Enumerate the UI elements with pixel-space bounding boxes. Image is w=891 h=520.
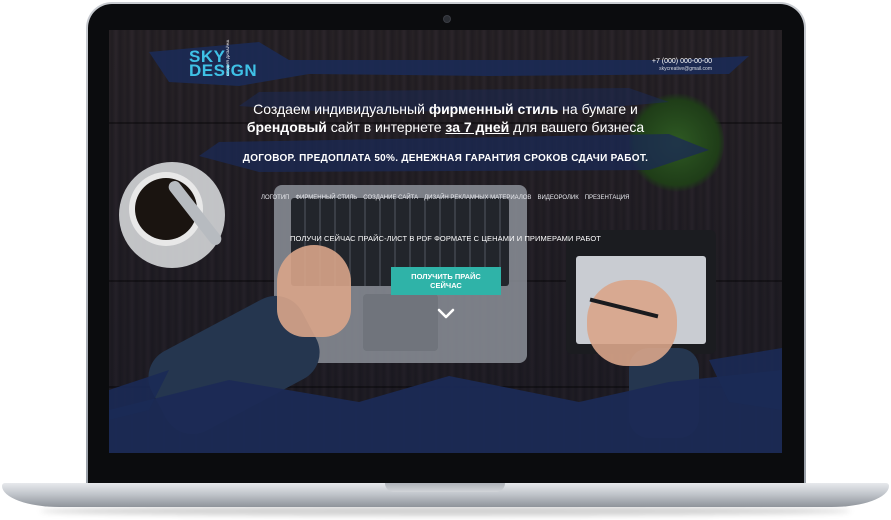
- email-link[interactable]: skycreative@gmail.com: [652, 66, 712, 72]
- trackpad-image: [363, 294, 438, 351]
- camera-icon: [444, 16, 450, 22]
- nav-item-presentation[interactable]: ПРЕЗЕНТАЦИЯ: [585, 194, 630, 202]
- logo[interactable]: SKY DESIGN: [189, 48, 258, 80]
- hero-text-bold: фирменный стиль: [428, 101, 559, 117]
- chevron-down-icon[interactable]: [436, 307, 456, 321]
- nav-item-ad-design[interactable]: ДИЗАЙН РЕКЛАМНЫХ МАТЕРИАЛОВ: [424, 194, 531, 202]
- get-price-button[interactable]: ПОЛУЧИТЬ ПРАЙС СЕЙЧАС: [391, 267, 501, 295]
- nav-item-brand-style[interactable]: ФИРМЕННЫЙ СТИЛЬ: [295, 194, 357, 202]
- cta-label-line1: ПОЛУЧИТЬ ПРАЙС: [411, 272, 481, 281]
- right-hand-image: [587, 280, 677, 366]
- nav-item-logo[interactable]: ЛОГОТИП: [261, 194, 289, 202]
- laptop-screen: SKY DESIGN СТУДИЯ ДИЗАЙНА +7 (000) 000-0…: [109, 30, 782, 453]
- offer-text: ПОЛУЧИ СЕЙЧАС ПРАЙС-ЛИСТ В PDF ФОРМАТЕ С…: [290, 234, 601, 243]
- laptop-notch: [385, 483, 505, 492]
- hero-text: на бумаге и: [558, 101, 638, 117]
- left-hand-image: [277, 245, 351, 337]
- guarantee-text: ДОГОВОР. ПРЕДОПЛАТА 50%. ДЕНЕЖНАЯ ГАРАНТ…: [242, 153, 649, 164]
- cta-label: ПОЛУЧИТЬ ПРАЙС СЕЙЧАС: [411, 272, 481, 290]
- hero-line-2: брендовый сайт в интернете за 7 дней для…: [109, 118, 782, 136]
- hero-text-underlined: за 7 дней: [445, 119, 510, 135]
- hero-text: Создаем индивидуальный: [253, 101, 429, 117]
- cta-label-line2: СЕЙЧАС: [430, 281, 462, 290]
- logo-tagline: СТУДИЯ ДИЗАЙНА: [225, 39, 230, 76]
- hero-headline: Создаем индивидуальный фирменный стиль н…: [109, 100, 782, 136]
- hero-text: для вашего бизнеса: [509, 119, 645, 135]
- hero-text-bold: брендовый: [246, 119, 327, 135]
- nav-item-website[interactable]: СОЗДАНИЕ САЙТА: [363, 194, 418, 202]
- logo-text-design: DESIGN: [189, 61, 258, 80]
- phone-link[interactable]: +7 (000) 000-00-00: [652, 58, 712, 66]
- nav-item-video[interactable]: ВИДЕОРОЛИК: [537, 194, 578, 202]
- hero-text: сайт в интернете: [326, 119, 446, 135]
- main-nav: ЛОГОТИП ФИРМЕННЫЙ СТИЛЬ СОЗДАНИЕ САЙТА Д…: [261, 194, 629, 202]
- contacts-block: +7 (000) 000-00-00 skycreative@gmail.com: [652, 58, 712, 72]
- hero-line-1: Создаем индивидуальный фирменный стиль н…: [109, 100, 782, 118]
- laptop-shadow: [40, 506, 851, 516]
